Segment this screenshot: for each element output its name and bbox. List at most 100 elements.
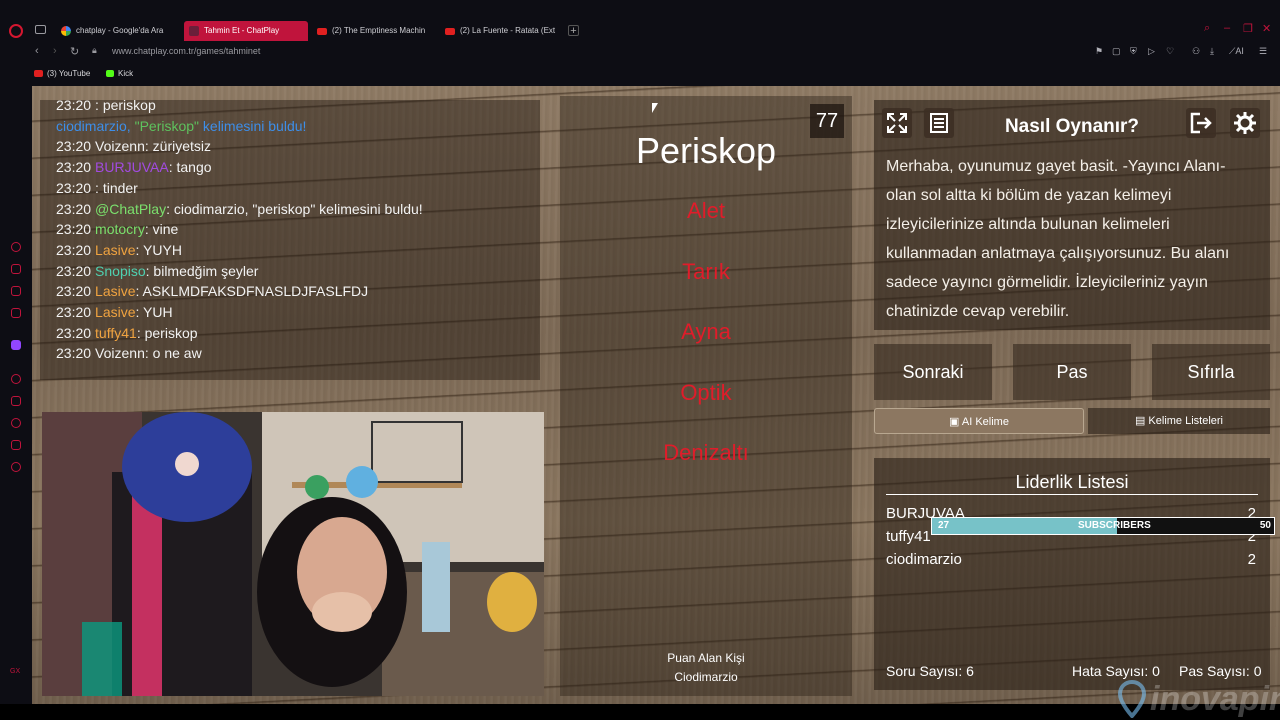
gmail-icon[interactable]	[11, 308, 21, 318]
shield-icon[interactable]: ⛨	[1130, 46, 1137, 57]
tab-youtube-la-fuente[interactable]: (2) La Fuente - Ratata (Ext	[440, 21, 560, 41]
chat-username[interactable]: ciodimarzio,	[56, 118, 135, 134]
logout-icon[interactable]	[1186, 108, 1216, 138]
chat-time: 23:20	[56, 262, 92, 279]
bottom-strip	[0, 704, 1280, 720]
chat-time: 23:20	[56, 159, 92, 176]
aria-icon[interactable]	[11, 242, 21, 252]
chat-text: : periskop	[136, 324, 198, 341]
chat-username[interactable]: Lasive	[95, 242, 135, 258]
tab-youtube-emptiness[interactable]: (2) The Emptiness Machin	[312, 21, 436, 41]
tab-chatplay[interactable]: Tahmin Et - ChatPlay	[184, 21, 308, 41]
scorer-label: Puan Alan Kişi	[667, 651, 745, 665]
list-icon: ▤	[1134, 415, 1149, 427]
google-icon	[61, 26, 71, 36]
ai-label: AI	[1235, 46, 1244, 56]
shopping-icon[interactable]	[11, 264, 21, 274]
chat-username[interactable]: Lasive	[95, 304, 135, 320]
extensions-icon[interactable]	[11, 440, 21, 450]
forbidden-word: Tarık	[682, 259, 730, 284]
chat-message: 23:20 @ChatPlay: ciodimarzio, "periskop" …	[56, 201, 423, 217]
pin-icon[interactable]	[11, 396, 21, 406]
chat-time: 23:20	[56, 221, 92, 238]
fullscreen-icon[interactable]	[882, 108, 912, 138]
search-tabs-icon[interactable]: ⌕	[1204, 22, 1210, 35]
chat-message: 23:20 tuffy41: periskop	[56, 325, 198, 341]
chat-message: 23:20 Lasive: YUYH	[56, 242, 182, 258]
bookmark-kick[interactable]: Kick	[106, 69, 133, 78]
minimize-icon[interactable]: –	[1224, 22, 1230, 34]
chat-username[interactable]: Voizenn	[95, 138, 145, 154]
chat-text: : vine	[144, 221, 179, 238]
heart-icon[interactable]: ♡	[1166, 46, 1174, 57]
youtube-icon	[317, 28, 327, 35]
opera-logo-icon[interactable]	[9, 24, 23, 38]
chat-username[interactable]: Voizenn	[95, 345, 145, 361]
watermark-pin-icon	[1117, 679, 1147, 719]
account-icon[interactable]: ⚇	[1192, 46, 1200, 57]
history-icon[interactable]	[11, 418, 21, 428]
back-icon[interactable]: ‹	[35, 45, 39, 57]
bookmark-youtube[interactable]: (3) YouTube	[34, 69, 90, 78]
chat-username[interactable]: motocry	[95, 221, 145, 237]
snapshot-icon[interactable]: ▢	[1112, 46, 1121, 57]
kick-icon	[106, 70, 114, 77]
chat-message: 23:20: tinder	[56, 180, 138, 196]
bookmark-icon[interactable]: ⚑	[1095, 46, 1103, 57]
chat-text: : züriyetsiz	[144, 138, 211, 155]
new-tab-button[interactable]: +	[568, 25, 579, 37]
chat-message: 23:20 Voizenn: züriyetsiz	[56, 138, 211, 154]
tab-overview-icon[interactable]	[35, 25, 46, 34]
ai-word-button[interactable]: ▣ AI Kelime	[874, 408, 1084, 434]
word-lists-button[interactable]: ▤ Kelime Listeleri	[1088, 408, 1270, 434]
leaderboard-panel: Liderlik Listesi BURJUVAA 2 tuffy41 2 ciod…	[874, 458, 1270, 690]
tab-label: (2) La Fuente - Ratata (Ext	[460, 26, 556, 35]
player-icon[interactable]: ▷	[1148, 46, 1155, 57]
chat-time: 23:20	[56, 345, 92, 362]
chat-username[interactable]: BURJUVAA	[95, 159, 169, 175]
next-button[interactable]: Sonraki	[874, 344, 992, 400]
player-name: tuffy41	[886, 528, 931, 545]
chat-time: 23:20	[56, 179, 92, 196]
subscriber-goal-bar: 27 SUBSCRIBERS 50	[931, 517, 1275, 535]
chat-text: : YUH	[135, 304, 173, 320]
leaderboard-title: Liderlik Listesi	[1015, 472, 1129, 492]
chat-text: : YUYH	[135, 241, 182, 258]
chat-time: 23:20	[56, 138, 92, 155]
settings-icon[interactable]	[11, 462, 21, 472]
twitch-icon[interactable]	[11, 340, 21, 350]
reload-icon[interactable]: ↻	[70, 45, 79, 58]
settings-icon[interactable]	[1230, 108, 1260, 138]
tab-google-search[interactable]: chatplay - Google'da Ara	[56, 21, 180, 41]
chat-panel: 23:20: periskop ciodimarzio, "Periskop" k…	[40, 97, 540, 380]
how-to-play-panel: Nasıl Oynanır? Merhaba, oyunumuz gayet b…	[874, 100, 1270, 330]
chat-username[interactable]: Snopiso	[95, 263, 146, 279]
url-field[interactable]: www.chatplay.com.tr/games/tahminet	[112, 46, 260, 56]
chat-text: : tinder	[95, 179, 138, 196]
secret-word: Periskop	[635, 130, 777, 171]
close-icon[interactable]: ✕	[1262, 22, 1271, 35]
chat-time: 23:20	[56, 241, 92, 258]
youtube-icon	[34, 70, 43, 77]
player-icon[interactable]	[11, 374, 21, 384]
chat-message: 23:20 BURJUVAA: tango	[56, 159, 212, 175]
question-count: Soru Sayısı: 6	[886, 663, 974, 679]
menu-icon[interactable]: ☰	[1259, 46, 1267, 57]
document-icon[interactable]	[924, 108, 954, 138]
gx-label: GX	[10, 668, 21, 675]
chat-username[interactable]: @ChatPlay	[95, 201, 166, 217]
how-to-play-title: Nasıl Oynanır?	[1004, 116, 1140, 137]
reset-button[interactable]: Sıfırla	[1152, 344, 1270, 400]
mouse-cursor	[652, 103, 658, 113]
maximize-icon[interactable]: ❐	[1243, 22, 1253, 35]
tab-label: chatplay - Google'da Ara	[76, 26, 164, 35]
forward-icon[interactable]: ›	[53, 45, 57, 57]
messenger-icon[interactable]	[11, 286, 21, 296]
download-icon[interactable]: ⤓	[1210, 46, 1214, 57]
pass-button[interactable]: Pas	[1013, 344, 1131, 400]
watermark-text: inovapin	[1150, 680, 1280, 718]
chat-username[interactable]: Lasive	[95, 283, 135, 299]
chat-text: : ASKLMDFAKSDFNASLDJFASLFDJ	[135, 283, 369, 300]
aria-ai-button[interactable]: ⟋AI	[1229, 46, 1244, 57]
chat-username[interactable]: tuffy41	[95, 325, 137, 341]
